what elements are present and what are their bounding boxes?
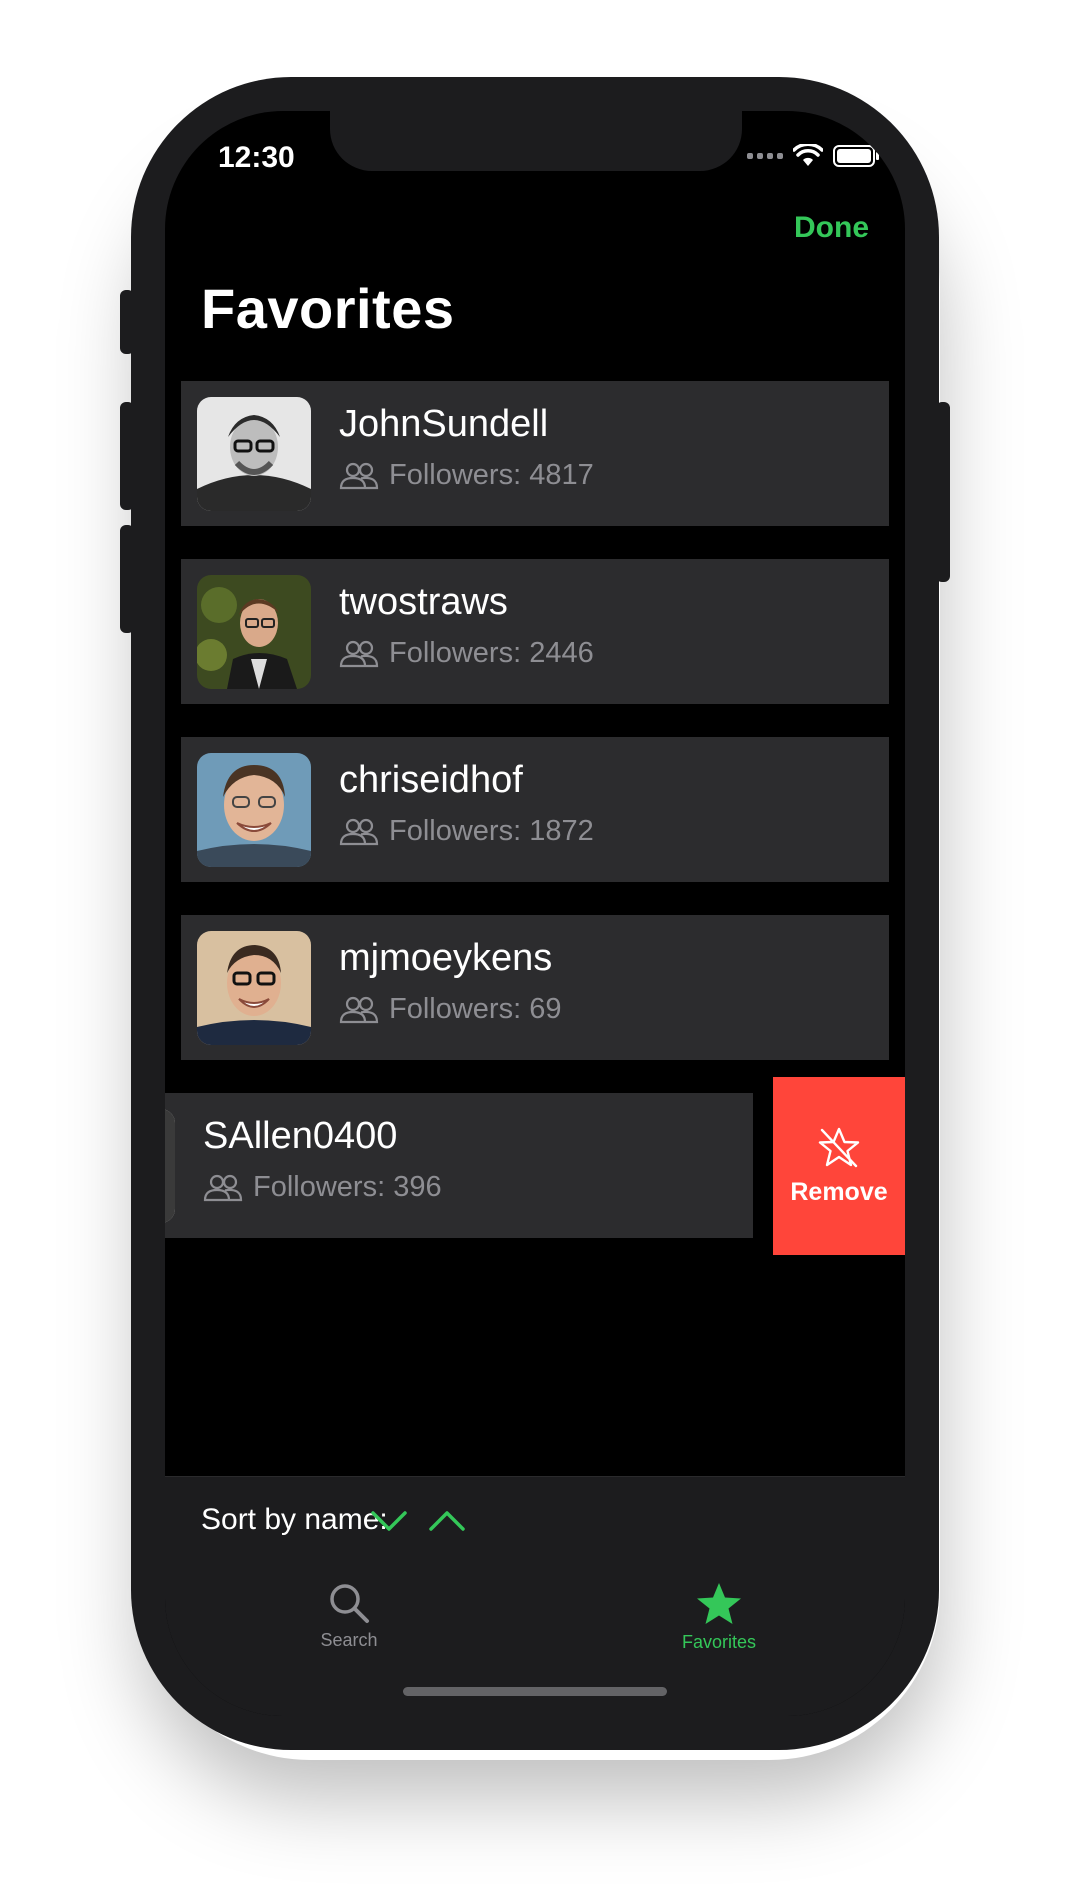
- followers-count: Followers: 4817: [389, 459, 594, 491]
- followers-info: Followers: 4817: [339, 459, 594, 492]
- tab-search[interactable]: Search: [269, 1582, 429, 1651]
- followers-count: Followers: 2446: [389, 637, 594, 669]
- favorite-row-twostraws[interactable]: twostraws Followers: 2446: [181, 559, 889, 704]
- battery-icon: [833, 145, 879, 167]
- screen: 12:30 Done Favorites JohnSundell Followe…: [165, 111, 905, 1716]
- remove-button[interactable]: Remove: [773, 1077, 905, 1255]
- volume-down-button: [120, 525, 134, 633]
- favorite-row-sallen0400[interactable]: SAllen0400 Followers: 396: [165, 1093, 753, 1238]
- followers-count: Followers: 69: [389, 993, 562, 1025]
- followers-info: Followers: 2446: [339, 637, 594, 670]
- favorite-row-johnsundell[interactable]: JohnSundell Followers: 4817: [181, 381, 889, 526]
- power-button: [936, 402, 950, 582]
- star-slash-icon: [818, 1127, 860, 1167]
- cellular-signal-icon: [747, 153, 783, 159]
- wifi-icon: [793, 144, 823, 166]
- people-icon: [339, 996, 379, 1023]
- followers-info: Followers: 1872: [339, 815, 594, 848]
- page-title: Favorites: [201, 277, 455, 340]
- people-icon: [339, 640, 379, 667]
- home-indicator: [403, 1687, 667, 1696]
- sort-bar: Sort by name:: [165, 1476, 905, 1566]
- done-button[interactable]: Done: [794, 211, 869, 245]
- status-icons: [747, 143, 879, 169]
- avatar: [197, 931, 311, 1045]
- people-icon: [203, 1174, 243, 1201]
- notch: [330, 111, 742, 171]
- username: chriseidhof: [339, 759, 523, 801]
- username: twostraws: [339, 581, 508, 623]
- avatar: [197, 397, 311, 511]
- sort-label: Sort by name:: [201, 1503, 388, 1536]
- followers-count: Followers: 1872: [389, 815, 594, 847]
- followers-count: Followers: 396: [253, 1171, 442, 1203]
- followers-info: Followers: 396: [203, 1171, 442, 1204]
- chevron-down-icon[interactable]: [369, 1503, 409, 1537]
- tab-label: Search: [320, 1630, 378, 1650]
- mute-switch: [120, 290, 134, 354]
- avatar: [197, 575, 311, 689]
- favorite-row-mjmoeykens[interactable]: mjmoeykens Followers: 69: [181, 915, 889, 1060]
- volume-up-button: [120, 402, 134, 510]
- avatar: [165, 1109, 175, 1223]
- tab-favorites[interactable]: Favorites: [639, 1582, 799, 1653]
- followers-info: Followers: 69: [339, 993, 561, 1026]
- remove-label: Remove: [790, 1177, 888, 1206]
- username: SAllen0400: [203, 1115, 398, 1157]
- avatar: [197, 753, 311, 867]
- star-icon: [697, 1583, 741, 1624]
- status-time: 12:30: [218, 141, 295, 174]
- favorite-row-chriseidhof[interactable]: chriseidhof Followers: 1872: [181, 737, 889, 882]
- username: mjmoeykens: [339, 937, 553, 979]
- tab-label: Favorites: [681, 1632, 757, 1652]
- people-icon: [339, 818, 379, 845]
- people-icon: [339, 462, 379, 489]
- search-icon: [330, 1584, 369, 1623]
- username: JohnSundell: [339, 403, 549, 445]
- chevron-up-icon[interactable]: [427, 1503, 467, 1537]
